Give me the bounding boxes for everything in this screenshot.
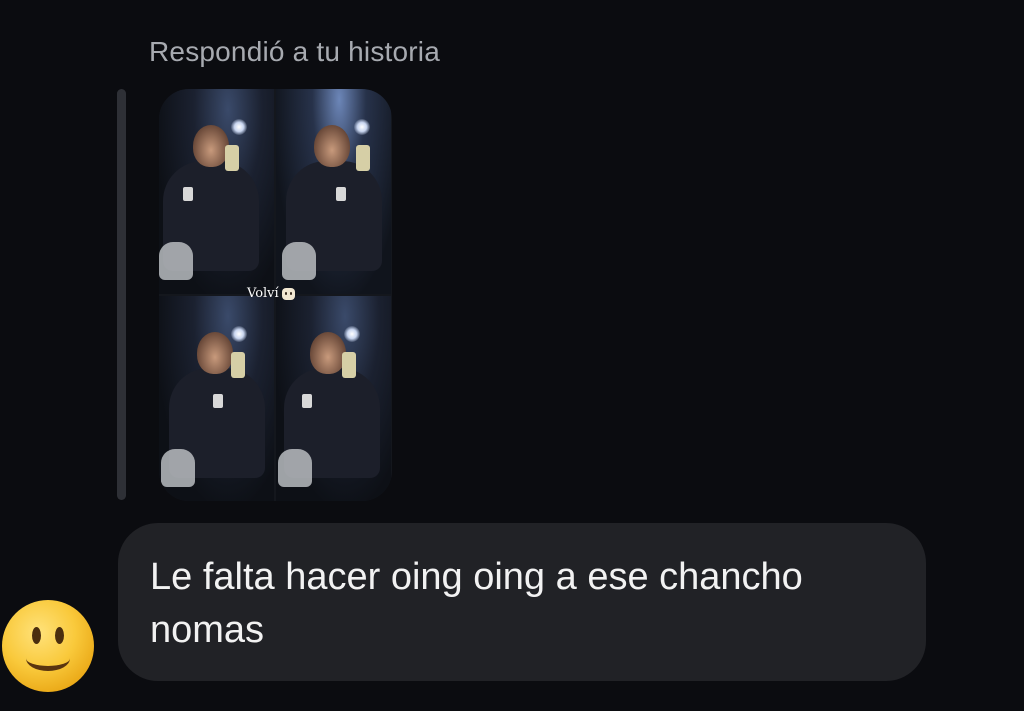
story-caption: Volví xyxy=(247,286,295,301)
smiley-emoji-icon xyxy=(281,287,295,300)
sender-avatar-smiley-icon[interactable] xyxy=(2,600,94,692)
story-photo-tile xyxy=(276,89,391,294)
reply-indicator-bar xyxy=(117,89,126,500)
story-caption-text: Volví xyxy=(247,286,279,301)
chat-screen: Respondió a tu historia Volví Le falta h… xyxy=(0,0,1024,711)
story-preview[interactable]: Volví xyxy=(159,89,392,501)
story-photo-tile xyxy=(159,89,274,294)
story-photo-tile xyxy=(276,296,391,501)
message-text: Le falta hacer oing oing a ese chancho n… xyxy=(150,556,803,651)
story-reply-label: Respondió a tu historia xyxy=(149,36,440,67)
message-bubble[interactable]: Le falta hacer oing oing a ese chancho n… xyxy=(118,523,926,681)
story-photo-tile xyxy=(159,296,274,501)
